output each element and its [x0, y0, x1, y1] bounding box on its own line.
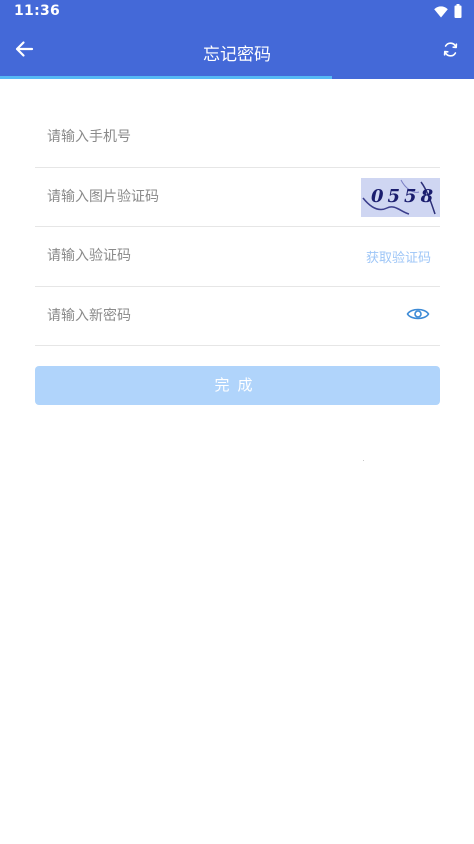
page-title: 忘记密码 — [203, 45, 271, 65]
page-load-progress-fill — [0, 76, 332, 79]
toggle-password-visibility-button[interactable] — [406, 306, 430, 326]
eye-icon — [406, 306, 430, 326]
app-bar: 忘记密码 — [0, 24, 474, 78]
status-time: 11:36 — [14, 3, 61, 19]
wifi-icon — [434, 3, 448, 22]
divider-dot — [363, 460, 364, 461]
new-password-row — [35, 286, 440, 346]
battery-icon — [454, 3, 462, 22]
captcha-row: 0558 — [35, 167, 440, 227]
submit-button[interactable]: 完成 — [35, 366, 440, 405]
get-code-button[interactable]: 获取验证码 — [366, 247, 431, 266]
phone-row — [35, 108, 440, 168]
page-load-progress — [0, 76, 474, 79]
captcha-text: 0558 — [371, 185, 438, 207]
status-bar: 11:36 — [0, 0, 474, 24]
refresh-icon — [442, 41, 459, 62]
new-password-input[interactable] — [35, 286, 440, 345]
refresh-button[interactable] — [436, 37, 464, 65]
captcha-image[interactable]: 0558 — [361, 177, 440, 217]
status-icons — [434, 3, 462, 22]
phone-input[interactable] — [35, 108, 440, 167]
sms-code-row: 获取验证码 — [35, 227, 440, 287]
reset-password-form: 0558 获取验证码 — [35, 108, 440, 346]
